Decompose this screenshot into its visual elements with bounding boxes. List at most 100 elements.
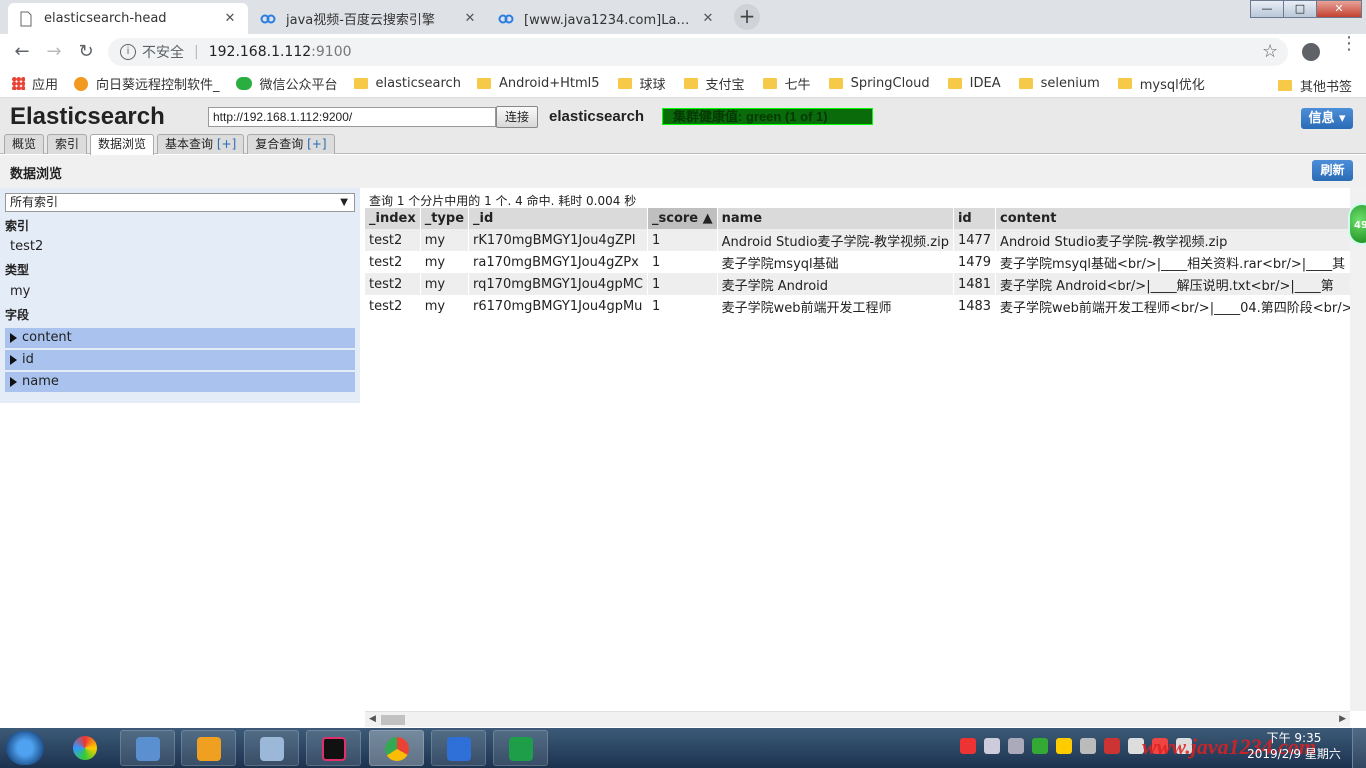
plus-icon[interactable] (1056, 738, 1072, 754)
browser-menu-icon[interactable]: ⋮ (1340, 35, 1358, 53)
taskbar-app-wps[interactable] (431, 730, 486, 766)
bookmark-folder-idea[interactable]: IDEA (947, 76, 1001, 91)
forward-button[interactable]: → (38, 36, 70, 68)
address-port: :9100 (311, 44, 352, 60)
tab-title: java视频-百度云搜索引擎 (286, 13, 435, 28)
minimize-button[interactable]: — (1250, 0, 1284, 18)
tab-add[interactable]: [+] (217, 137, 236, 151)
bookmark-folder-android[interactable]: Android+Html5 (476, 76, 600, 91)
index-select[interactable]: 所有索引 ▼ (5, 193, 355, 212)
column-header-type[interactable]: _type (420, 208, 470, 229)
tab-layui-video[interactable]: [www.java1234.com]Layui视频 ✕ (488, 3, 726, 34)
cluster-health-badge: 集群健康值: green (1 of 1) (662, 108, 873, 125)
cell: test2 (365, 251, 421, 273)
bookmark-apps[interactable]: 应用 (12, 74, 58, 93)
bookmark-folder-springcloud[interactable]: SpringCloud (828, 76, 930, 91)
column-header-score[interactable]: _score ▲ (647, 208, 718, 229)
bookmark-folder-elasticsearch[interactable]: elasticsearch (353, 76, 461, 91)
folder-icon (1277, 80, 1292, 91)
type-item-my[interactable]: my (5, 282, 355, 302)
tab-close-icon[interactable]: ✕ (462, 11, 478, 26)
tab-close-icon[interactable]: ✕ (222, 11, 238, 26)
folder-icon (947, 78, 962, 89)
tab-overview[interactable]: 概览 (4, 134, 45, 154)
tab-close-icon[interactable]: ✕ (700, 11, 716, 26)
taskbar-app-chrome[interactable] (369, 730, 424, 766)
table-row[interactable]: test2 my r6170mgBMGY1Jou4gpMu 1 麦子学院web前… (365, 295, 1358, 317)
connect-button[interactable]: 连接 (496, 106, 538, 128)
tab-indices[interactable]: 索引 (47, 134, 88, 154)
account-avatar-icon[interactable] (1302, 43, 1320, 61)
field-id[interactable]: id (5, 350, 355, 370)
section-field-header: 字段 (5, 308, 30, 322)
cell: rq170mgBMGY1Jou4gpMC (468, 273, 648, 295)
column-header-name[interactable]: name (717, 208, 954, 229)
taskbar-app-photos[interactable] (58, 730, 113, 766)
bookmark-wechat[interactable]: 微信公众平台 (235, 74, 338, 93)
tab-add[interactable]: [+] (307, 137, 326, 151)
bookmark-folder-qiniu[interactable]: 七牛 (762, 74, 811, 93)
info-icon[interactable]: i (120, 44, 136, 60)
index-item-test2[interactable]: test2 (5, 237, 355, 257)
column-header-index[interactable]: _index (365, 208, 421, 229)
sogou-icon[interactable] (960, 738, 976, 754)
shield-icon[interactable] (1032, 738, 1048, 754)
column-header-content[interactable]: content (995, 208, 1358, 229)
column-header-doc-id[interactable]: id (953, 208, 997, 229)
taskbar-app-mysql[interactable] (120, 730, 175, 766)
scroll-right-icon[interactable]: ▶ (1339, 714, 1346, 724)
taskbar-app-spreadsheet[interactable] (493, 730, 548, 766)
taskbar-app-intellij[interactable] (306, 730, 361, 766)
antivirus-icon[interactable] (1104, 738, 1120, 754)
back-button[interactable]: ← (6, 36, 38, 68)
tab-basic-query[interactable]: 基本查询 [+] (157, 134, 245, 154)
cell: 1 (647, 273, 718, 295)
apps-icon (12, 77, 25, 90)
horizontal-scrollbar[interactable]: ◀ ▶ (365, 711, 1350, 727)
taskbar-app-vmware[interactable] (181, 730, 236, 766)
vertical-scrollbar[interactable] (1350, 188, 1366, 711)
cell: Android Studio麦子学院-教学视频.zip (717, 229, 954, 251)
cloud-icon[interactable] (1008, 738, 1024, 754)
bookmark-folder-selenium[interactable]: selenium (1018, 76, 1100, 91)
table-row[interactable]: test2 my rq170mgBMGY1Jou4gpMC 1 麦子学院 And… (365, 273, 1358, 295)
tab-java-video[interactable]: java视频-百度云搜索引擎 ✕ (250, 3, 488, 34)
field-name[interactable]: name (5, 372, 355, 392)
cell: test2 (365, 229, 421, 251)
window-close-button[interactable]: ✕ (1316, 0, 1362, 18)
floating-badge[interactable]: 49 (1348, 203, 1366, 245)
taskbar-app-remote[interactable] (244, 730, 299, 766)
tab-elasticsearch-head[interactable]: elasticsearch-head ✕ (8, 3, 248, 34)
bookmark-star-icon[interactable]: ☆ (1262, 41, 1278, 62)
tab-compound-query[interactable]: 复合查询 [+] (247, 134, 335, 154)
connect-url-input[interactable]: http://192.168.1.112:9200/ (208, 107, 496, 127)
app-logo: Elasticsearch (10, 103, 165, 130)
cluster-name: elasticsearch (549, 108, 645, 125)
refresh-button[interactable]: 刷新 (1312, 160, 1353, 181)
bookmark-label: 向日葵远程控制软件_ (96, 78, 220, 93)
column-header-id[interactable]: _id (468, 208, 648, 229)
network-icon[interactable] (1080, 738, 1096, 754)
bookmark-folder-qiuqiu[interactable]: 球球 (617, 74, 666, 93)
new-tab-button[interactable]: + (734, 4, 760, 30)
table-row[interactable]: test2 my ra170mgBMGY1Jou4gZPx 1 麦子学院msyq… (365, 251, 1358, 273)
bookmark-sunflower[interactable]: 向日葵远程控制软件_ (74, 74, 220, 93)
show-desktop-button[interactable] (1352, 728, 1366, 768)
start-button-icon[interactable] (6, 731, 44, 765)
scroll-thumb[interactable] (381, 715, 405, 725)
field-content[interactable]: content (5, 328, 355, 348)
address-bar[interactable]: i 不安全 | 192.168.1.112:9100 (108, 38, 1288, 66)
maximize-button[interactable]: □ (1283, 0, 1317, 18)
reload-button[interactable]: ↻ (70, 36, 102, 68)
system-clock[interactable]: 下午 9:35 2019/2/9 星期六 (1246, 730, 1342, 762)
folder-icon (1117, 78, 1132, 89)
bookmark-other[interactable]: 其他书签 (1277, 76, 1352, 95)
table-row[interactable]: test2 my rK170mgBMGY1Jou4gZPI 1 Android … (365, 229, 1358, 251)
tab-browser[interactable]: 数据浏览 (90, 134, 155, 155)
address-host: 192.168.1.112 (208, 44, 312, 60)
scroll-left-icon[interactable]: ◀ (369, 714, 376, 724)
info-button[interactable]: 信息 ▾ (1301, 108, 1353, 129)
bookmark-folder-alipay[interactable]: 支付宝 (683, 74, 745, 93)
bookmark-folder-mysql[interactable]: mysql优化 (1117, 74, 1205, 93)
display-icon[interactable] (984, 738, 1000, 754)
